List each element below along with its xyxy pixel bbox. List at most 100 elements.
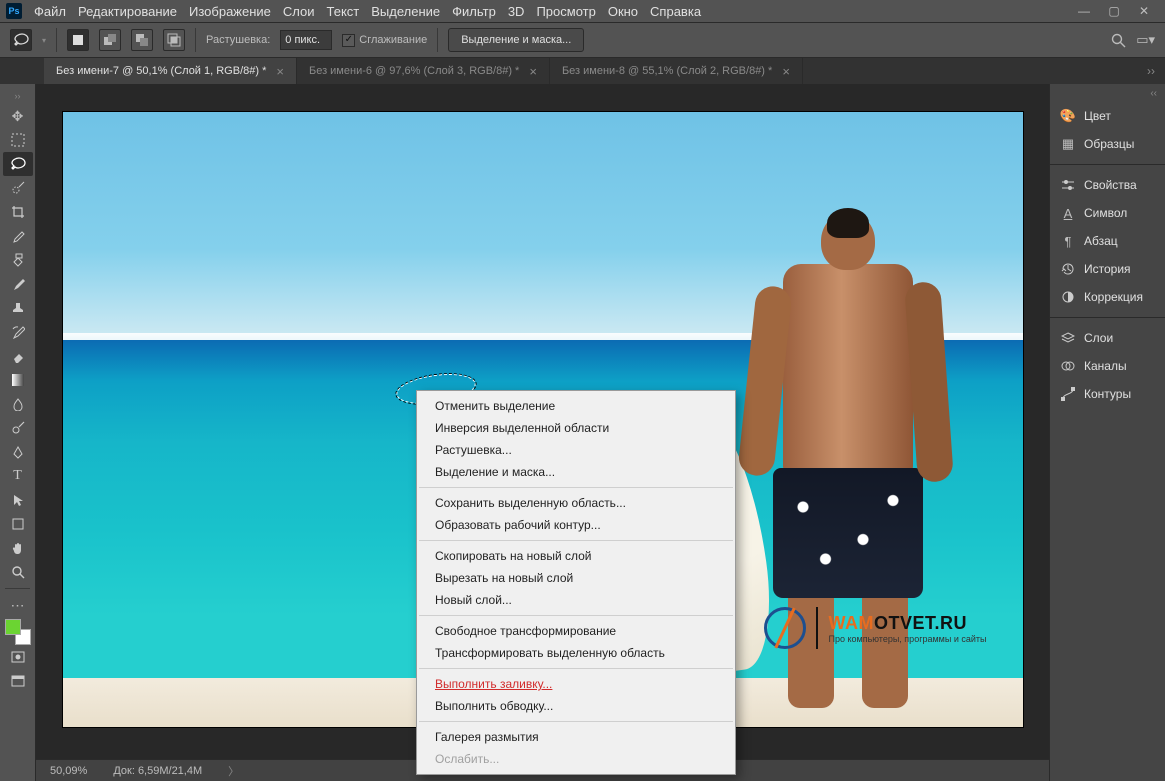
ctx-blur-gallery[interactable]: Галерея размытия <box>417 726 735 748</box>
eyedropper-tool[interactable] <box>3 224 33 248</box>
tools-panel: ›› ✥ T ⋯ <box>0 84 36 781</box>
hand-tool[interactable] <box>3 536 33 560</box>
edit-toolbar-icon[interactable]: ⋯ <box>3 593 33 617</box>
menu-edit[interactable]: Редактирование <box>78 4 177 19</box>
shape-tool[interactable] <box>3 512 33 536</box>
close-icon[interactable]: × <box>276 64 284 79</box>
move-tool[interactable]: ✥ <box>3 104 33 128</box>
brush-tool[interactable] <box>3 272 33 296</box>
paths-icon <box>1060 387 1076 401</box>
antialias-checkbox[interactable]: ✓ Сглаживание <box>342 34 427 47</box>
selection-subtract-icon[interactable] <box>131 29 153 51</box>
chevron-right-icon[interactable]: 〉 <box>228 763 239 779</box>
palette-icon: 🎨 <box>1060 108 1076 124</box>
zoom-tool[interactable] <box>3 560 33 584</box>
watermark-logo-icon <box>764 607 806 649</box>
swatch-icon: ▦ <box>1060 136 1076 152</box>
menu-help[interactable]: Справка <box>650 4 701 19</box>
eraser-tool[interactable] <box>3 344 33 368</box>
menu-file[interactable]: Файл <box>34 4 66 19</box>
panel-properties[interactable]: Свойства <box>1050 171 1165 199</box>
menu-window[interactable]: Окно <box>608 4 638 19</box>
stamp-tool[interactable] <box>3 296 33 320</box>
gradient-tool[interactable] <box>3 368 33 392</box>
close-icon[interactable]: × <box>529 64 537 79</box>
menu-view[interactable]: Просмотр <box>536 4 595 19</box>
panel-character[interactable]: AСимвол <box>1050 199 1165 227</box>
options-bar: ▾ Растушевка: ✓ Сглаживание Выделение и … <box>0 22 1165 58</box>
zoom-level[interactable]: 50,09% <box>50 765 87 777</box>
para-icon: ¶ <box>1060 234 1076 249</box>
ctx-fill[interactable]: Выполнить заливку... <box>417 673 735 695</box>
select-and-mask-button[interactable]: Выделение и маска... <box>448 28 584 52</box>
ctx-transform-selection[interactable]: Трансформировать выделенную область <box>417 642 735 664</box>
panel-channels[interactable]: Каналы <box>1050 352 1165 380</box>
panel-history[interactable]: История <box>1050 255 1165 283</box>
color-swatches[interactable] <box>5 619 31 645</box>
menu-filter[interactable]: Фильтр <box>452 4 496 19</box>
blur-tool[interactable] <box>3 392 33 416</box>
ctx-layer-via-copy[interactable]: Скопировать на новый слой <box>417 545 735 567</box>
quick-mask-icon[interactable] <box>3 645 33 669</box>
char-icon: A <box>1060 206 1076 221</box>
tab-doc-2[interactable]: Без имени-6 @ 97,6% (Слой 3, RGB/8#) * × <box>297 58 550 84</box>
selection-intersect-icon[interactable] <box>163 29 185 51</box>
panel-color[interactable]: 🎨Цвет <box>1050 102 1165 130</box>
heal-tool[interactable] <box>3 248 33 272</box>
menu-text[interactable]: Текст <box>327 4 360 19</box>
window-close-button[interactable]: ✕ <box>1129 0 1159 22</box>
dodge-tool[interactable] <box>3 416 33 440</box>
selection-add-icon[interactable] <box>99 29 121 51</box>
channels-icon <box>1060 360 1076 372</box>
ctx-inverse[interactable]: Инверсия выделенной области <box>417 417 735 439</box>
panel-swatches[interactable]: ▦Образцы <box>1050 130 1165 158</box>
path-select-tool[interactable] <box>3 488 33 512</box>
feather-input[interactable] <box>280 30 332 50</box>
ctx-layer-via-cut[interactable]: Вырезать на новый слой <box>417 567 735 589</box>
ctx-stroke[interactable]: Выполнить обводку... <box>417 695 735 717</box>
panel-layers[interactable]: Слои <box>1050 324 1165 352</box>
ctx-deselect[interactable]: Отменить выделение <box>417 395 735 417</box>
ctx-free-transform[interactable]: Свободное трансформирование <box>417 620 735 642</box>
ctx-new-layer[interactable]: Новый слой... <box>417 589 735 611</box>
tab-label: Без имени-8 @ 55,1% (Слой 2, RGB/8#) * <box>562 65 772 77</box>
foreground-color-icon[interactable] <box>5 619 21 635</box>
app-window: Ps Файл Редактирование Изображение Слои … <box>0 0 1165 781</box>
current-tool-lasso-icon[interactable] <box>10 29 32 51</box>
tab-doc-1[interactable]: Без имени-7 @ 50,1% (Слой 1, RGB/8#) * × <box>44 58 297 84</box>
tab-doc-3[interactable]: Без имени-8 @ 55,1% (Слой 2, RGB/8#) * × <box>550 58 803 84</box>
ctx-select-mask[interactable]: Выделение и маска... <box>417 461 735 483</box>
close-icon[interactable]: × <box>782 64 790 79</box>
panel-paths[interactable]: Контуры <box>1050 380 1165 408</box>
screen-mode-icon[interactable] <box>3 669 33 693</box>
right-panels: ‹‹ 🎨Цвет ▦Образцы Свойства AСимвол ¶Абза… <box>1049 84 1165 781</box>
watermark: WAMOTVET.RU Про компьютеры, программы и … <box>764 607 986 649</box>
type-tool[interactable]: T <box>3 464 33 488</box>
window-minimize-button[interactable]: — <box>1069 0 1099 22</box>
menu-image[interactable]: Изображение <box>189 4 271 19</box>
feather-label: Растушевка: <box>206 34 270 46</box>
document-tabs: Без имени-7 @ 50,1% (Слой 1, RGB/8#) * ×… <box>0 58 1165 84</box>
search-icon[interactable] <box>1111 33 1126 48</box>
panel-paragraph[interactable]: ¶Абзац <box>1050 227 1165 255</box>
menu-select[interactable]: Выделение <box>371 4 440 19</box>
menu-3d[interactable]: 3D <box>508 4 525 19</box>
panels-collapse-icon[interactable]: ‹‹ <box>1050 84 1165 102</box>
panels-collapse-icon[interactable]: ›› <box>1137 64 1165 78</box>
panel-adjustments[interactable]: Коррекция <box>1050 283 1165 311</box>
selection-new-icon[interactable] <box>67 29 89 51</box>
ctx-make-path[interactable]: Образовать рабочий контур... <box>417 514 735 536</box>
crop-tool[interactable] <box>3 200 33 224</box>
ctx-save-selection[interactable]: Сохранить выделенную область... <box>417 492 735 514</box>
toolbar-expand-icon[interactable]: ›› <box>3 90 33 102</box>
ctx-feather[interactable]: Растушевка... <box>417 439 735 461</box>
workspace-icon[interactable]: ▭▾ <box>1136 32 1155 48</box>
lasso-tool[interactable] <box>3 152 33 176</box>
quick-select-tool[interactable] <box>3 176 33 200</box>
marquee-tool[interactable] <box>3 128 33 152</box>
menu-layers[interactable]: Слои <box>283 4 315 19</box>
doc-size[interactable]: Док: 6,59M/21,4M <box>113 765 202 777</box>
window-maximize-button[interactable]: ▢ <box>1099 0 1129 22</box>
pen-tool[interactable] <box>3 440 33 464</box>
history-brush-tool[interactable] <box>3 320 33 344</box>
